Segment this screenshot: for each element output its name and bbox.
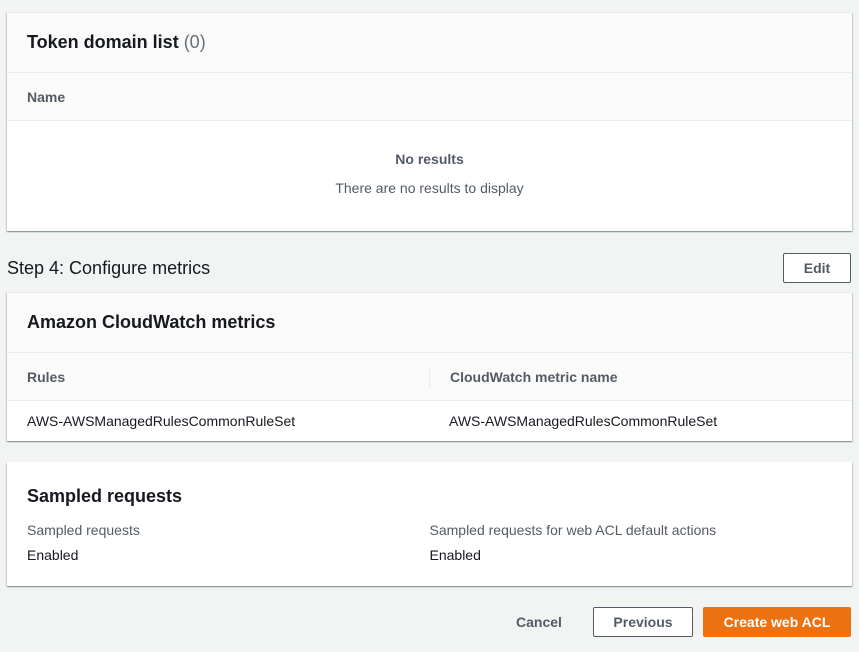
- sampled-requests-panel: Sampled requests Sampled requests Enable…: [7, 462, 852, 586]
- column-header-name[interactable]: Name: [7, 73, 85, 120]
- token-domain-list-header: Token domain list (0): [7, 13, 852, 73]
- cloudwatch-metrics-header: Amazon CloudWatch metrics: [7, 293, 852, 353]
- table-row: AWS-AWSManagedRulesCommonRuleSet AWS-AWS…: [7, 401, 852, 441]
- cloudwatch-metrics-panel: Amazon CloudWatch metrics Rules CloudWat…: [7, 292, 852, 441]
- default-action-sampled-item: Sampled requests for web ACL default act…: [430, 522, 833, 563]
- empty-state-text: There are no results to display: [335, 179, 524, 196]
- cell-metric-name: AWS-AWSManagedRulesCommonRuleSet: [449, 413, 718, 429]
- token-domain-table-header: Name: [7, 73, 852, 121]
- sampled-requests-label: Sampled requests: [27, 522, 140, 538]
- token-domain-list-panel: Token domain list (0) Name No results Th…: [7, 12, 852, 231]
- sampled-requests-value: Enabled: [27, 547, 79, 563]
- sampled-requests-item: Sampled requests Enabled: [27, 522, 430, 563]
- sampled-requests-header: Sampled requests: [7, 462, 852, 522]
- cloudwatch-metrics-title: Amazon CloudWatch metrics: [27, 312, 276, 332]
- cell-rule-name: AWS-AWSManagedRulesCommonRuleSet: [27, 413, 296, 429]
- token-domain-list-title: Token domain list: [27, 32, 179, 52]
- default-action-sampled-value: Enabled: [429, 547, 481, 563]
- step-4-heading: Step 4: Configure metrics: [7, 258, 211, 278]
- empty-state-title: No results: [395, 150, 464, 167]
- token-domain-list-count: (0): [183, 32, 206, 52]
- sampled-requests-details: Sampled requests Enabled Sampled request…: [7, 522, 852, 563]
- edit-button[interactable]: Edit: [783, 253, 851, 283]
- column-header-rules[interactable]: Rules: [7, 353, 429, 400]
- previous-button[interactable]: Previous: [593, 607, 693, 637]
- cancel-button[interactable]: Cancel: [504, 607, 574, 637]
- empty-state: No results There are no results to displ…: [7, 121, 852, 231]
- sampled-requests-title: Sampled requests: [27, 486, 183, 506]
- cloudwatch-table-header: Rules CloudWatch metric name: [7, 353, 852, 401]
- default-action-sampled-label: Sampled requests for web ACL default act…: [429, 522, 717, 538]
- create-web-acl-button[interactable]: Create web ACL: [703, 607, 851, 637]
- column-header-metric-name[interactable]: CloudWatch metric name: [430, 353, 638, 400]
